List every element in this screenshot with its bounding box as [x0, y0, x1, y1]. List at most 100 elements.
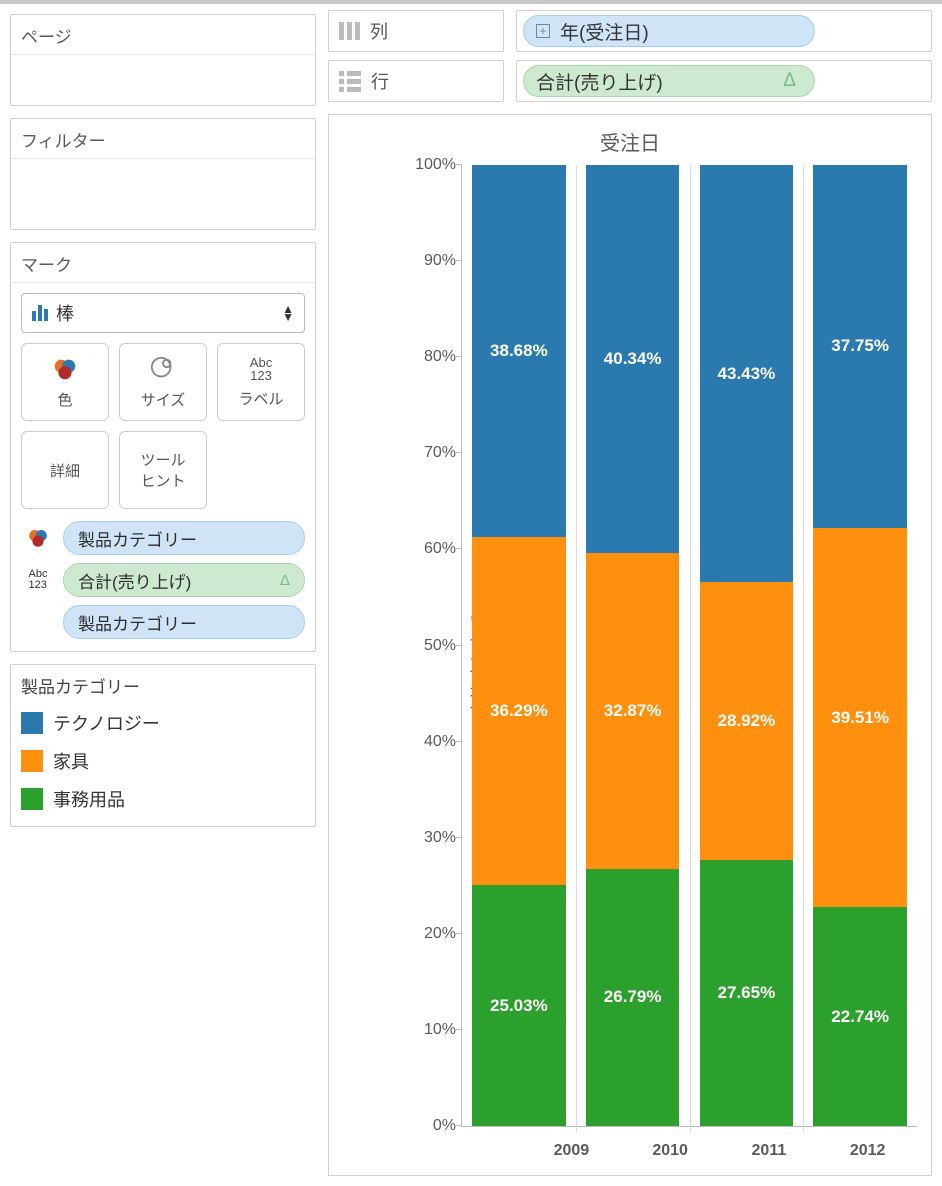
y-tick-mark — [456, 260, 462, 261]
label-label: ラベル — [238, 388, 283, 409]
bar-column: 43.43%28.92%27.65% — [690, 165, 804, 1126]
size-label: サイズ — [141, 389, 186, 410]
column-separator — [803, 165, 804, 1132]
y-tick-label: 20% — [402, 925, 456, 943]
legend-item[interactable]: 事務用品 — [11, 780, 315, 818]
bar-segment[interactable]: 25.03% — [472, 885, 565, 1126]
expand-icon[interactable]: + — [536, 24, 550, 38]
abc123-icon: Abc 123 — [250, 356, 272, 382]
bar-segment[interactable]: 39.51% — [813, 528, 906, 908]
y-tick-label: 80% — [402, 348, 456, 366]
bar[interactable]: 37.75%39.51%22.74% — [813, 165, 906, 1126]
marks-card: マーク 棒 ▲▼ 色 サイズ — [10, 242, 316, 652]
y-tick-label: 100% — [402, 156, 456, 174]
pill-category-color[interactable]: 製品カテゴリー — [63, 521, 305, 555]
rows-shelf[interactable]: 合計(売り上げ) Δ — [516, 60, 932, 102]
pill-sum-sales[interactable]: 合計(売り上げ) Δ — [63, 563, 305, 597]
y-tick-label: 90% — [402, 252, 456, 270]
side-panel: ページ フィルター マーク 棒 ▲▼ 色 — [0, 4, 322, 1186]
x-axis: 2009201020112012 — [522, 1142, 917, 1160]
detail-button[interactable]: 詳細 — [21, 431, 109, 509]
y-tick-label: 50% — [402, 637, 456, 655]
y-tick-label: 60% — [402, 540, 456, 558]
legend-label: 事務用品 — [53, 786, 125, 812]
columns-pill-label: 年(受注日) — [560, 18, 649, 45]
color-label: 色 — [57, 389, 72, 410]
marks-buttons: 色 サイズ Abc 123 ラベル 詳細 ツール ヒント — [11, 343, 315, 519]
main-area: 列 + 年(受注日) 行 合計(売り上げ) — [322, 4, 942, 1186]
bar-column: 37.75%39.51%22.74% — [803, 165, 917, 1126]
color-button[interactable]: 色 — [21, 343, 109, 421]
mark-pill-label: Abc 123 合計(売り上げ) Δ — [11, 561, 315, 603]
columns-shelf[interactable]: + 年(受注日) — [516, 10, 932, 52]
y-tick-mark — [456, 1029, 462, 1030]
bar-segment[interactable]: 32.87% — [586, 553, 679, 869]
y-tick-mark — [456, 356, 462, 357]
x-tick-label: 2010 — [621, 1142, 720, 1160]
detail-label: 詳細 — [50, 460, 80, 481]
filters-title: フィルター — [11, 119, 315, 159]
chart-title: 受注日 — [329, 115, 931, 162]
delta-icon: Δ — [783, 70, 796, 92]
chart-view: 受注日 合計 売り上げ の % 38.68%36.29%25.03%40.34%… — [328, 114, 932, 1176]
mark-type-select[interactable]: 棒 ▲▼ — [21, 293, 305, 333]
bar-segment[interactable]: 28.92% — [700, 582, 793, 860]
chart-area: 合計 売り上げ の % 38.68%36.29%25.03%40.34%32.8… — [401, 165, 917, 1127]
bar-column: 38.68%36.29%25.03% — [462, 165, 576, 1126]
bar-segment[interactable]: 40.34% — [586, 165, 679, 553]
mark-pill-color: 製品カテゴリー — [11, 519, 315, 561]
bar-segment[interactable]: 43.43% — [700, 165, 793, 582]
legend-item[interactable]: テクノロジー — [11, 704, 315, 742]
y-tick-label: 30% — [402, 829, 456, 847]
rows-shelf-header: 行 — [328, 60, 504, 102]
legend-title: 製品カテゴリー — [11, 665, 315, 704]
pages-body[interactable] — [11, 55, 315, 105]
filters-card: フィルター — [10, 118, 316, 230]
marks-title: マーク — [11, 243, 315, 283]
shelves: 列 + 年(受注日) 行 合計(売り上げ) — [328, 10, 932, 102]
bar-segment[interactable]: 26.79% — [586, 869, 679, 1126]
bar-segment[interactable]: 36.29% — [472, 537, 565, 886]
filters-body[interactable] — [11, 159, 315, 229]
column-separator — [576, 165, 577, 1132]
tooltip-label: ツール ヒント — [140, 449, 185, 491]
y-tick-mark — [456, 164, 462, 165]
y-tick-mark — [456, 741, 462, 742]
legend-label: テクノロジー — [53, 710, 160, 736]
pages-title: ページ — [11, 15, 315, 55]
chevron-updown-icon: ▲▼ — [282, 305, 294, 321]
pill-category-detail[interactable]: 製品カテゴリー — [63, 605, 305, 639]
y-tick-mark — [456, 548, 462, 549]
tooltip-button[interactable]: ツール ヒント — [119, 431, 207, 509]
legend-label: 家具 — [53, 748, 89, 774]
bar-segment[interactable]: 22.74% — [813, 907, 906, 1126]
legend-swatch — [21, 712, 43, 734]
x-tick-label: 2011 — [720, 1142, 819, 1160]
size-button[interactable]: サイズ — [119, 343, 207, 421]
columns-icon — [339, 22, 360, 40]
legend-item[interactable]: 家具 — [11, 742, 315, 780]
y-tick-mark — [456, 933, 462, 934]
y-tick-label: 40% — [402, 733, 456, 751]
bar[interactable]: 43.43%28.92%27.65% — [700, 165, 793, 1126]
legend-swatch — [21, 750, 43, 772]
y-tick-label: 70% — [402, 444, 456, 462]
bar-segment[interactable]: 38.68% — [472, 165, 565, 537]
delta-icon: Δ — [280, 572, 290, 589]
bar-segment[interactable]: 27.65% — [700, 860, 793, 1126]
label-button[interactable]: Abc 123 ラベル — [217, 343, 305, 421]
bar-segment[interactable]: 37.75% — [813, 165, 906, 528]
bar[interactable]: 40.34%32.87%26.79% — [586, 165, 679, 1126]
rows-pill-sum[interactable]: 合計(売り上げ) Δ — [523, 65, 815, 97]
columns-shelf-header: 列 — [328, 10, 504, 52]
legend-items: テクノロジー家具事務用品 — [11, 704, 315, 818]
bar[interactable]: 38.68%36.29%25.03% — [472, 165, 565, 1126]
plot: 38.68%36.29%25.03%40.34%32.87%26.79%43.4… — [461, 165, 917, 1127]
rows-icon — [339, 71, 361, 92]
y-tick-label: 0% — [402, 1117, 456, 1135]
columns-pill-year[interactable]: + 年(受注日) — [523, 15, 815, 47]
y-tick-mark — [456, 837, 462, 838]
rows-label: 行 — [371, 68, 389, 94]
x-tick-label: 2012 — [818, 1142, 917, 1160]
abc123-icon-small: Abc 123 — [21, 569, 55, 591]
